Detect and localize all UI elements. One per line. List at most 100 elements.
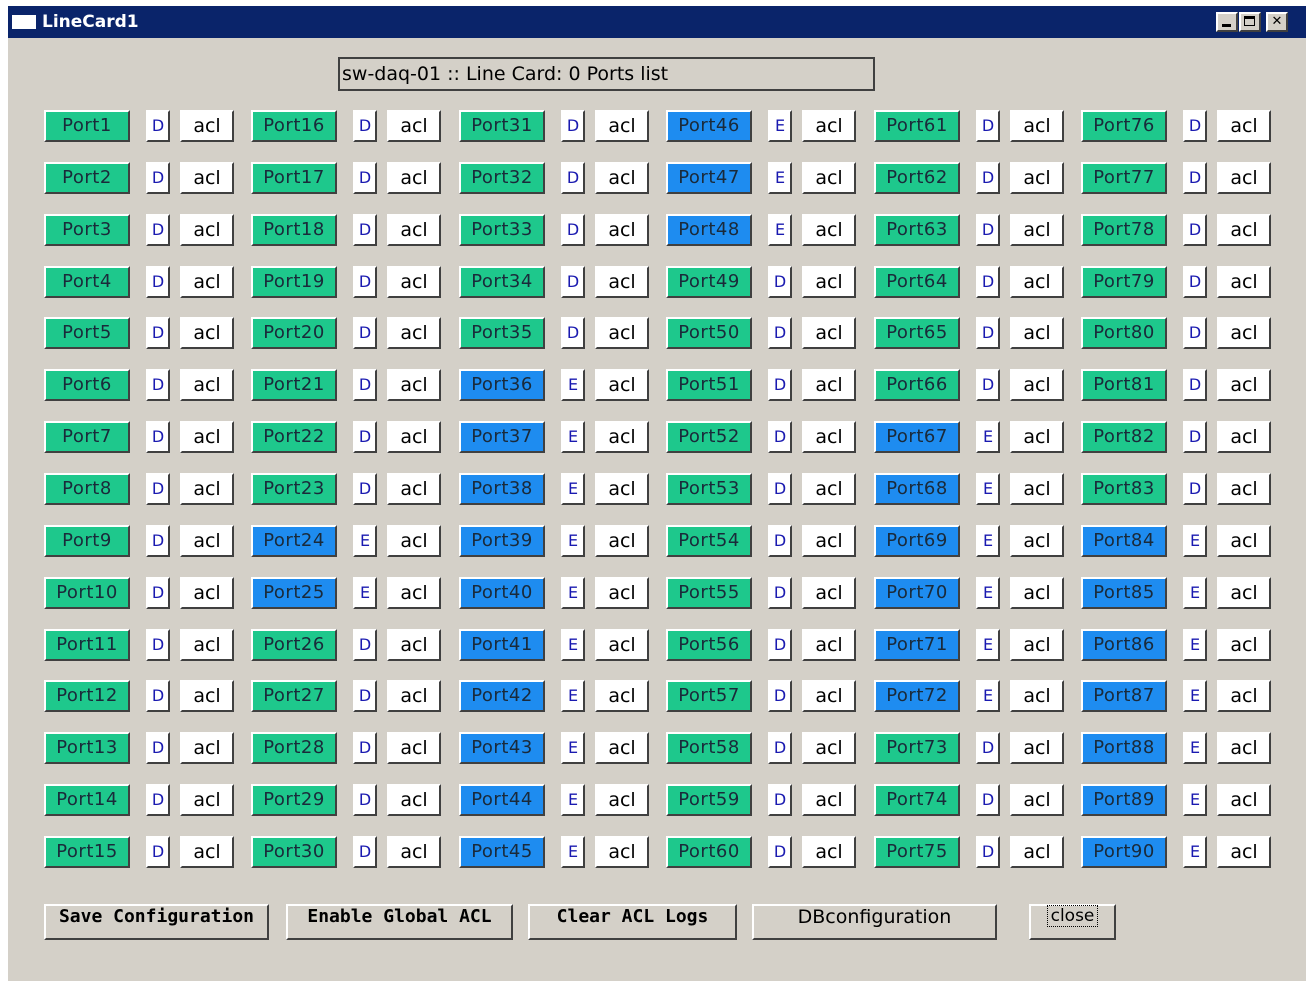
port-state-toggle[interactable]: D <box>146 369 170 401</box>
port-state-toggle[interactable]: E <box>561 680 585 712</box>
port-state-toggle[interactable]: D <box>1183 162 1207 194</box>
port-acl-button[interactable]: acl <box>802 110 856 142</box>
port-state-toggle[interactable]: E <box>1183 836 1207 868</box>
port-state-toggle[interactable]: D <box>976 784 1000 816</box>
port-state-toggle[interactable]: D <box>768 266 792 298</box>
port-acl-button[interactable]: acl <box>1010 110 1064 142</box>
port-state-toggle[interactable]: D <box>146 473 170 505</box>
port-state-toggle[interactable]: D <box>146 214 170 246</box>
port-acl-button[interactable]: acl <box>802 525 856 557</box>
port-state-toggle[interactable]: D <box>561 162 585 194</box>
port-state-toggle[interactable]: D <box>353 629 377 661</box>
port-state-toggle[interactable]: D <box>1183 473 1207 505</box>
port-state-toggle[interactable]: E <box>976 421 1000 453</box>
port-state-toggle[interactable]: E <box>561 732 585 764</box>
port-button-port34[interactable]: Port34 <box>459 266 545 298</box>
port-button-port38[interactable]: Port38 <box>459 473 545 505</box>
close-button[interactable]: close <box>1029 904 1116 940</box>
port-acl-button[interactable]: acl <box>387 732 441 764</box>
port-button-port32[interactable]: Port32 <box>459 162 545 194</box>
port-state-toggle[interactable]: D <box>146 836 170 868</box>
port-acl-button[interactable]: acl <box>595 577 649 609</box>
port-state-toggle[interactable]: D <box>768 421 792 453</box>
port-acl-button[interactable]: acl <box>595 369 649 401</box>
port-button-port85[interactable]: Port85 <box>1081 577 1167 609</box>
port-button-port33[interactable]: Port33 <box>459 214 545 246</box>
port-button-port55[interactable]: Port55 <box>666 577 752 609</box>
port-acl-button[interactable]: acl <box>387 214 441 246</box>
port-acl-button[interactable]: acl <box>1010 629 1064 661</box>
port-button-port59[interactable]: Port59 <box>666 784 752 816</box>
port-button-port35[interactable]: Port35 <box>459 317 545 349</box>
port-button-port84[interactable]: Port84 <box>1081 525 1167 557</box>
port-acl-button[interactable]: acl <box>387 162 441 194</box>
port-acl-button[interactable]: acl <box>595 421 649 453</box>
port-button-port72[interactable]: Port72 <box>874 680 960 712</box>
port-acl-button[interactable]: acl <box>180 629 234 661</box>
port-button-port10[interactable]: Port10 <box>44 577 130 609</box>
port-acl-button[interactable]: acl <box>595 162 649 194</box>
port-acl-button[interactable]: acl <box>595 680 649 712</box>
port-button-port58[interactable]: Port58 <box>666 732 752 764</box>
port-acl-button[interactable]: acl <box>180 525 234 557</box>
port-state-toggle[interactable]: D <box>353 680 377 712</box>
port-state-toggle[interactable]: D <box>146 317 170 349</box>
port-acl-button[interactable]: acl <box>1010 525 1064 557</box>
port-button-port9[interactable]: Port9 <box>44 525 130 557</box>
port-button-port74[interactable]: Port74 <box>874 784 960 816</box>
port-acl-button[interactable]: acl <box>1010 732 1064 764</box>
port-state-toggle[interactable]: E <box>561 473 585 505</box>
port-state-toggle[interactable]: D <box>353 317 377 349</box>
port-button-port83[interactable]: Port83 <box>1081 473 1167 505</box>
port-acl-button[interactable]: acl <box>802 629 856 661</box>
port-state-toggle[interactable]: D <box>768 525 792 557</box>
port-state-toggle[interactable]: E <box>976 680 1000 712</box>
port-button-port66[interactable]: Port66 <box>874 369 960 401</box>
port-button-port26[interactable]: Port26 <box>251 629 337 661</box>
port-button-port23[interactable]: Port23 <box>251 473 337 505</box>
db-configuration-button[interactable]: DBconfiguration <box>752 904 997 940</box>
port-button-port40[interactable]: Port40 <box>459 577 545 609</box>
port-acl-button[interactable]: acl <box>802 214 856 246</box>
port-button-port28[interactable]: Port28 <box>251 732 337 764</box>
port-acl-button[interactable]: acl <box>802 577 856 609</box>
port-acl-button[interactable]: acl <box>595 473 649 505</box>
port-acl-button[interactable]: acl <box>387 629 441 661</box>
port-acl-button[interactable]: acl <box>1010 214 1064 246</box>
port-button-port4[interactable]: Port4 <box>44 266 130 298</box>
port-state-toggle[interactable]: D <box>768 732 792 764</box>
port-state-toggle[interactable]: E <box>976 577 1000 609</box>
port-acl-button[interactable]: acl <box>387 369 441 401</box>
port-button-port70[interactable]: Port70 <box>874 577 960 609</box>
port-acl-button[interactable]: acl <box>595 525 649 557</box>
port-state-toggle[interactable]: E <box>561 369 585 401</box>
port-button-port30[interactable]: Port30 <box>251 836 337 868</box>
port-acl-button[interactable]: acl <box>1010 369 1064 401</box>
port-button-port14[interactable]: Port14 <box>44 784 130 816</box>
port-state-toggle[interactable]: D <box>561 214 585 246</box>
port-acl-button[interactable]: acl <box>802 266 856 298</box>
port-state-toggle[interactable]: D <box>146 525 170 557</box>
port-state-toggle[interactable]: D <box>146 629 170 661</box>
port-acl-button[interactable]: acl <box>802 680 856 712</box>
port-button-port16[interactable]: Port16 <box>251 110 337 142</box>
port-acl-button[interactable]: acl <box>387 577 441 609</box>
port-button-port15[interactable]: Port15 <box>44 836 130 868</box>
port-button-port86[interactable]: Port86 <box>1081 629 1167 661</box>
port-acl-button[interactable]: acl <box>802 369 856 401</box>
port-button-port44[interactable]: Port44 <box>459 784 545 816</box>
port-button-port41[interactable]: Port41 <box>459 629 545 661</box>
port-acl-button[interactable]: acl <box>387 421 441 453</box>
port-state-toggle[interactable]: E <box>768 214 792 246</box>
port-state-toggle[interactable]: D <box>561 266 585 298</box>
port-state-toggle[interactable]: E <box>976 629 1000 661</box>
port-button-port7[interactable]: Port7 <box>44 421 130 453</box>
port-state-toggle[interactable]: D <box>146 110 170 142</box>
port-acl-button[interactable]: acl <box>595 732 649 764</box>
port-button-port53[interactable]: Port53 <box>666 473 752 505</box>
port-button-port63[interactable]: Port63 <box>874 214 960 246</box>
port-button-port3[interactable]: Port3 <box>44 214 130 246</box>
port-state-toggle[interactable]: E <box>768 110 792 142</box>
port-button-port54[interactable]: Port54 <box>666 525 752 557</box>
port-button-port64[interactable]: Port64 <box>874 266 960 298</box>
